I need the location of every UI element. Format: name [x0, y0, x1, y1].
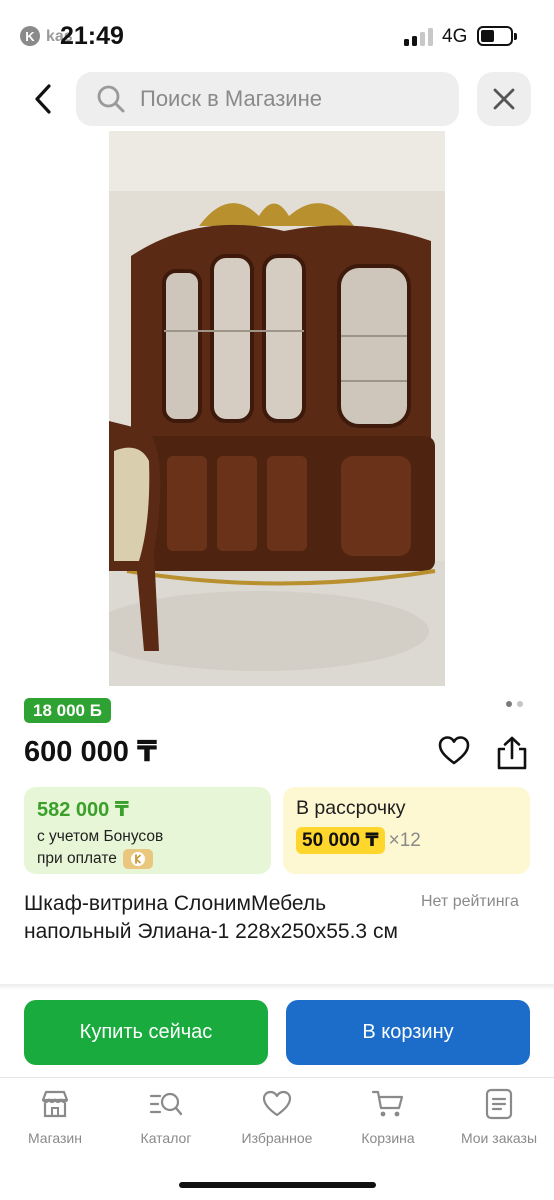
bonus-price: 582 000 ₸	[37, 799, 129, 821]
nav-label-favorites: Избранное	[241, 1130, 313, 1146]
nav-item-catalog[interactable]: Каталог	[111, 1088, 221, 1146]
close-button[interactable]	[477, 72, 531, 126]
status-bar: K kas 21:49 4G	[0, 0, 554, 64]
nav-item-cart[interactable]: Корзина	[333, 1088, 443, 1146]
kaspi-logo-icon: K	[20, 26, 40, 46]
section-divider	[0, 984, 554, 990]
nav-item-favorites[interactable]: Избранное	[222, 1088, 332, 1146]
search-input[interactable]	[140, 86, 440, 112]
kaspi-pay-icon	[122, 849, 153, 869]
back-button[interactable]	[22, 78, 64, 120]
installment-title: В рассрочку	[296, 797, 406, 819]
home-indicator	[179, 1182, 376, 1188]
image-pagination-dots	[506, 701, 523, 707]
catalog-search-icon	[149, 1092, 183, 1116]
bonus-line-2-text: при оплате	[37, 850, 117, 867]
search-icon	[97, 85, 125, 113]
pagination-dot	[517, 701, 523, 707]
nav-label-shop: Магазин	[27, 1130, 82, 1146]
battery-icon	[477, 26, 517, 46]
bonus-price-card[interactable]: 582 000 ₸ с учетом Бонусов при оплате	[24, 787, 271, 874]
product-image[interactable]	[109, 131, 445, 686]
nav-item-orders[interactable]: Мои заказы	[444, 1088, 554, 1146]
installment-row: 50 000 ₸ ×12	[296, 827, 517, 854]
favorite-button[interactable]	[437, 734, 471, 768]
close-icon	[493, 88, 515, 110]
share-icon	[497, 736, 527, 770]
nav-label-cart: Корзина	[361, 1130, 415, 1146]
search-bar[interactable]	[76, 72, 459, 126]
installment-months: ×12	[388, 829, 421, 851]
heart-icon	[438, 736, 470, 765]
nav-label-orders: Мои заказы	[460, 1130, 538, 1146]
cellular-signal-icon	[404, 28, 434, 46]
cart-icon	[371, 1090, 404, 1117]
orders-icon	[485, 1088, 513, 1120]
bonus-line-1: с учетом Бонусов	[37, 828, 164, 845]
display-cabinet-photo	[109, 131, 445, 686]
bonus-line-2: при оплате	[37, 849, 258, 869]
network-type: 4G	[442, 26, 468, 47]
rating-text[interactable]: Нет рейтинга	[421, 893, 519, 911]
product-price: 600 000 ₸	[24, 736, 158, 768]
installment-amount: 50 000 ₸	[296, 827, 385, 854]
share-button[interactable]	[494, 735, 530, 771]
nav-item-shop[interactable]: Магазин	[0, 1088, 110, 1146]
add-to-cart-button[interactable]: В корзину	[286, 1000, 530, 1065]
shop-icon	[41, 1090, 69, 1118]
chevron-left-icon	[35, 84, 51, 114]
installment-card[interactable]: В рассрочку 50 000 ₸ ×12	[283, 787, 530, 874]
product-title: Шкаф-витрина СлонимМебель напольный Элиа…	[24, 892, 398, 943]
buy-now-button[interactable]: Купить сейчас	[24, 1000, 268, 1065]
status-time: 21:49	[60, 22, 124, 50]
heart-icon	[262, 1090, 292, 1117]
pagination-dot-active	[506, 701, 512, 707]
nav-label-catalog: Каталог	[140, 1130, 192, 1146]
bonus-badge: 18 000 Б	[24, 698, 111, 723]
